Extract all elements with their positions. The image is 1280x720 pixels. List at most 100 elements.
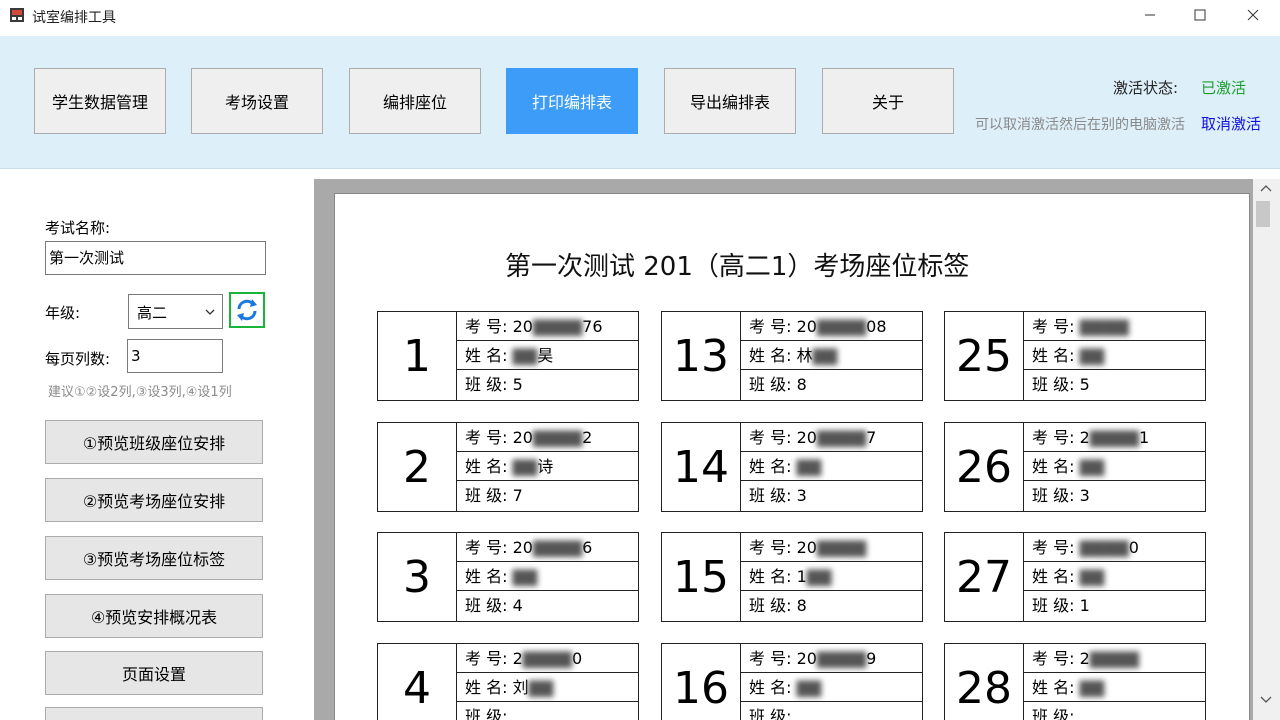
class-label: 班 级: [1032,707,1075,720]
maximize-button[interactable] [1175,0,1225,30]
activation-hint: 可以取消激活然后在别的电脑激活 [975,117,1185,133]
seat-number: 15 [662,533,741,621]
seat-label-card: 28 考 号: 2▇▇▇▇ 姓 名: ▇▇ 班 级: [944,643,1206,720]
scroll-down-icon [1260,696,1272,703]
exam-id-suffix: 7 [866,428,877,447]
seat-label-card: 14 考 号: 20▇▇▇▇7 姓 名: ▇▇ 班 级: 3 [661,422,923,512]
student-name-row: 姓 名: ▇▇诗 [457,452,638,481]
class-value: 5 [1079,375,1090,394]
redacted-text: ▇▇▇▇ [1089,649,1139,668]
redacted-text: ▇▇▇▇ [816,649,867,668]
class-row: 班 级: 3 [741,481,922,510]
exam-id-prefix: 20 [512,317,533,336]
exam-id-suffix: 9 [866,649,877,668]
student-name-label: 姓 名: [749,346,792,365]
exam-id-label: 考 号: [749,538,792,557]
seat-number: 16 [662,644,741,720]
class-label: 班 级: [465,707,508,720]
exam-id-prefix: 20 [796,428,817,447]
grade-select[interactable]: 高二 [128,294,223,329]
student-name-label: 姓 名: [1032,678,1075,697]
window-title: 试室编排工具 [32,10,116,26]
next-button-partial[interactable] [45,707,263,720]
minimize-button[interactable] [1125,0,1175,30]
preview-overview-button[interactable]: ④预览安排概况表 [45,594,263,638]
columns-per-page-input[interactable]: 3 [127,339,223,373]
print-preview-area[interactable]: 第一次测试 201（高二1）考场座位标签 1考 号: 20▇▇▇▇76 姓 名: … [314,179,1280,720]
class-row: 班 级: [457,702,638,720]
student-name-label: 姓 名: [465,567,508,586]
exam-id-row: 考 号: 2▇▇▇▇1 [1024,423,1205,452]
class-label: 班 级: [465,596,508,615]
exam-id-suffix: 1 [1138,428,1150,447]
maximize-icon [1194,9,1206,21]
columns-per-page-label: 每页列数: [45,350,111,368]
class-row: 班 级: 7 [457,481,638,510]
exam-id-prefix: 20 [796,649,817,668]
export-arrangement-button[interactable]: 导出编排表 [664,68,796,134]
seat-label-card: 15 考 号: 20▇▇▇▇ 姓 名: 1▇▇ 班 级: 8 [661,532,923,622]
exam-name-input[interactable]: 第一次测试 [45,241,266,275]
class-label: 班 级: [1032,375,1075,394]
print-arrangement-button[interactable]: 打印编排表 [506,68,638,134]
class-row: 班 级: [741,702,922,720]
seat-number: 1 [378,312,457,400]
redacted-text: ▇▇ [512,567,538,586]
class-row: 班 级: 3 [1024,481,1205,510]
minimize-icon [1145,14,1155,16]
refresh-button[interactable] [229,292,265,328]
exam-id-row: 考 号: 20▇▇▇▇76 [457,312,638,341]
preview-room-seating-button[interactable]: ②预览考场座位安排 [45,478,263,522]
close-icon [1247,9,1259,21]
student-name-label: 姓 名: [465,346,508,365]
class-row: 班 级: [1024,702,1205,720]
exam-id-label: 考 号: [465,538,508,557]
vertical-scrollbar[interactable] [1253,179,1280,720]
student-name-suffix: 诗 [537,457,554,476]
exam-id-label: 考 号: [1032,428,1075,447]
exam-id-suffix: 0 [571,649,583,668]
student-name-prefix: 刘 [512,678,529,697]
exam-id-row: 考 号: 20▇▇▇▇ [741,533,922,562]
redacted-text: ▇▇▇▇ [532,538,583,557]
scrollbar-thumb[interactable] [1256,201,1270,227]
redacted-text: ▇▇ [512,346,538,365]
redacted-text: ▇▇ [1079,346,1105,365]
preview-seat-labels-button[interactable]: ③预览考场座位标签 [45,536,263,580]
preview-page: 第一次测试 201（高二1）考场座位标签 1考 号: 20▇▇▇▇76 姓 名: … [334,193,1250,720]
refresh-icon [237,299,257,321]
exam-id-prefix: 20 [512,538,533,557]
student-name-row: 姓 名: ▇▇ [741,452,922,481]
exam-id-row: 考 号: ▇▇▇▇0 [1024,533,1205,562]
scroll-up-icon [1260,185,1272,192]
exam-id-label: 考 号: [465,649,508,668]
grade-select-value: 高二 [137,304,168,322]
exam-id-label: 考 号: [1032,649,1075,668]
student-data-button[interactable]: 学生数据管理 [34,68,166,134]
redacted-text: ▇▇ [812,346,838,365]
exam-id-row: 考 号: 20▇▇▇▇6 [457,533,638,562]
preview-class-seating-button[interactable]: ①预览班级座位安排 [45,420,263,464]
student-name-row: 姓 名: 林▇▇ [741,341,922,370]
exam-name-label: 考试名称: [45,219,111,237]
arrange-seats-button[interactable]: 编排座位 [349,68,481,134]
seat-number: 25 [945,312,1024,400]
grade-label: 年级: [45,304,81,322]
exam-id-label: 考 号: [749,317,792,336]
seat-label-card: 3考 号: 20▇▇▇▇6 姓 名: ▇▇ 班 级: 4 [377,532,639,622]
exam-id-label: 考 号: [465,317,508,336]
exam-id-row: 考 号: 20▇▇▇▇2 [457,423,638,452]
student-name-row: 姓 名: ▇▇ [1024,341,1205,370]
cancel-activation-link[interactable]: 取消激活 [1201,113,1261,134]
page-setup-button[interactable]: 页面设置 [45,651,263,695]
exam-room-settings-button[interactable]: 考场设置 [191,68,323,134]
about-button[interactable]: 关于 [822,68,954,134]
student-name-prefix: 1 [796,567,807,586]
class-value: 8 [796,375,807,394]
close-button[interactable] [1228,0,1278,30]
seat-label-card: 25 考 号: ▇▇▇▇ 姓 名: ▇▇ 班 级: 5 [944,311,1206,401]
student-name-row: 姓 名: ▇▇ [457,562,638,591]
exam-id-label: 考 号: [749,649,792,668]
seat-label-card: 16 考 号: 20▇▇▇▇9 姓 名: ▇▇ 班 级: [661,643,923,720]
student-name-row: 姓 名: ▇▇ [741,673,922,702]
